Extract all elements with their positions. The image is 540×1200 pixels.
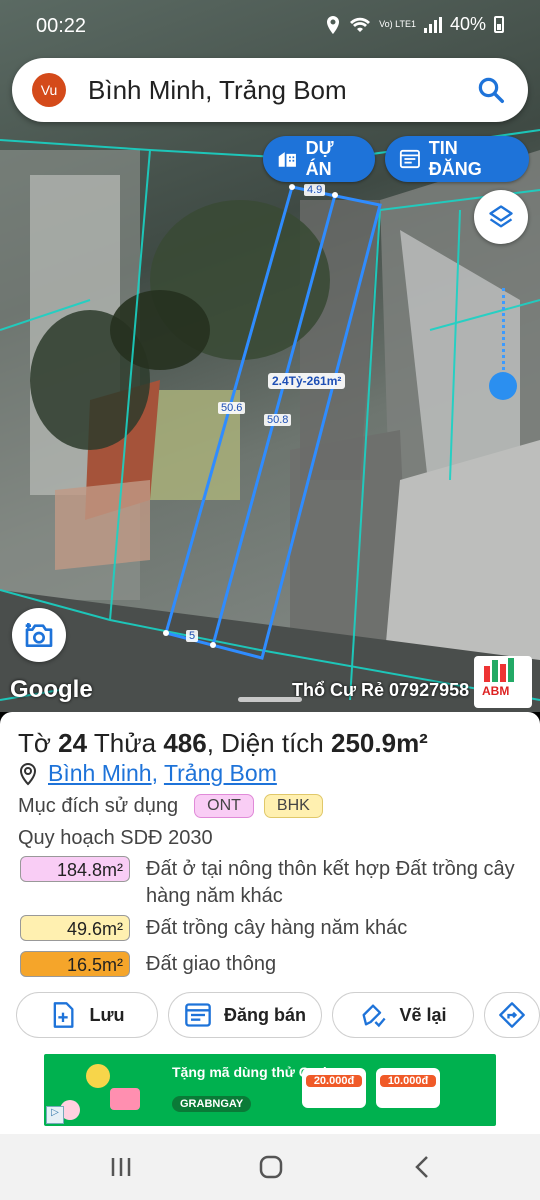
land-purpose-row: Mục đích sử dụng ONT BHK <box>18 794 323 818</box>
save-button[interactable]: Lưu <box>16 992 158 1038</box>
zone-area: 184.8m² <box>20 856 130 882</box>
google-logo: Google <box>10 676 93 703</box>
zoom-slider-track[interactable] <box>502 288 505 376</box>
parcel-area: 250.9m² <box>331 728 428 758</box>
zone-area: 49.6m² <box>20 915 130 941</box>
edge-label-right: 50.8 <box>264 414 292 426</box>
status-bar: 00:22 Vo) LTE1 40% <box>0 0 540 52</box>
zone-row: 184.8m² Đất ở tại nông thôn kết hợp Đất … <box>20 856 516 910</box>
camera-button[interactable] <box>12 608 66 662</box>
status-time: 00:22 <box>36 15 87 37</box>
layers-button[interactable] <box>474 190 528 244</box>
edge-label-top: 4.9 <box>304 184 326 196</box>
project-button[interactable]: DỰ ÁN <box>263 136 375 182</box>
zone-row: 49.6m² Đất trồng cây hàng năm khác <box>20 915 516 942</box>
location-separator: , <box>151 760 158 786</box>
battery-icon <box>494 16 504 33</box>
zone-area: 16.5m² <box>20 951 130 977</box>
sheet-label: Tờ <box>18 728 51 758</box>
search-title[interactable]: Bình Minh, Trảng Bom <box>88 75 476 106</box>
price-label[interactable]: 2.4Tỷ-261m² <box>268 373 346 389</box>
abm-logo-graphic <box>484 658 514 682</box>
sheet-handle[interactable] <box>238 697 302 702</box>
camera-add-icon <box>25 623 53 647</box>
abm-logo[interactable]: ABM <box>474 656 532 708</box>
ad-banner[interactable]: Tặng mã dùng thử Grab GRABNGAY 20.000đ 1… <box>44 1054 496 1126</box>
signal-icon <box>423 16 442 33</box>
home-icon[interactable] <box>256 1152 286 1182</box>
parcel-location: Bình Minh, Trảng Bom <box>18 760 277 787</box>
zone-desc: Đất ở tại nông thôn kết hợp Đất trồng câ… <box>146 858 515 907</box>
ad-coupon: 10.000đ <box>376 1068 440 1108</box>
zone-row: 16.5m² Đất giao thông <box>20 951 516 978</box>
location-icon <box>327 15 340 34</box>
listing-label: TIN ĐĂNG <box>428 138 482 179</box>
adchoices-icon[interactable]: ▷ <box>46 1106 64 1124</box>
ad-coupon-value: 20.000đ <box>306 1075 362 1087</box>
search-icon[interactable] <box>476 75 506 105</box>
network-label: Vo) LTE1 <box>379 19 416 29</box>
listing-button[interactable]: TIN ĐĂNG <box>385 136 529 182</box>
district-link[interactable]: Trảng Bom <box>164 760 277 786</box>
system-nav-bar <box>0 1134 540 1200</box>
directions-icon <box>499 1002 525 1028</box>
ad-cta[interactable]: GRABNGAY <box>172 1096 252 1112</box>
parcel-header: Tờ 24 Thửa 486, Diện tích 250.9m² <box>18 728 428 759</box>
listing-icon <box>399 149 420 169</box>
zone-desc: Đất giao thông <box>146 953 277 975</box>
save-label: Lưu <box>89 1004 125 1025</box>
project-label: DỰ ÁN <box>305 138 334 179</box>
planning-label: Quy hoạch SDĐ 2030 <box>18 827 213 849</box>
zone-desc: Đất trồng cây hàng năm khác <box>146 917 408 939</box>
listing-icon <box>185 1003 211 1027</box>
parcel-label: Thửa <box>93 728 157 758</box>
file-add-icon <box>54 1002 74 1028</box>
redraw-button[interactable]: Vẽ lại <box>332 992 474 1038</box>
status-icons: Vo) LTE1 40% <box>325 14 504 35</box>
building-icon <box>278 152 296 167</box>
wifi-icon <box>350 17 371 32</box>
directions-button[interactable] <box>484 992 540 1038</box>
battery-percent: 40% <box>449 14 486 34</box>
back-icon[interactable] <box>408 1152 438 1182</box>
purpose-tag-ont[interactable]: ONT <box>194 794 254 818</box>
redraw-label: Vẽ lại <box>399 1004 447 1025</box>
sheet-number: 24 <box>58 728 88 758</box>
area-label: , Diện tích <box>206 728 324 758</box>
purpose-tag-bhk[interactable]: BHK <box>263 794 323 818</box>
parcel-number: 486 <box>163 728 207 758</box>
ad-coupon: 20.000đ <box>302 1068 366 1108</box>
post-for-sale-label: Đăng bán <box>223 1004 306 1025</box>
draw-icon <box>362 1004 387 1028</box>
search-bar[interactable]: Vu Bình Minh, Trảng Bom <box>12 58 528 122</box>
recent-apps-icon[interactable] <box>106 1152 136 1182</box>
avatar[interactable]: Vu <box>32 73 66 107</box>
abm-logo-text: ABM <box>482 684 510 698</box>
layers-icon <box>489 205 513 228</box>
location-pin-icon <box>19 762 37 785</box>
purpose-label: Mục đích sử dụng <box>18 794 179 817</box>
post-for-sale-button[interactable]: Đăng bán <box>168 992 322 1038</box>
parcel-info-sheet: Tờ 24 Thửa 486, Diện tích 250.9m² Bình M… <box>0 712 540 1050</box>
zoom-slider-handle[interactable] <box>489 372 517 400</box>
map-view[interactable]: 4.9 50.6 50.8 5 2.4Tỷ-261m² 00:22 Vo) LT… <box>0 0 540 712</box>
ad-coupon-value: 10.000đ <box>380 1075 436 1087</box>
edge-label-bottom: 5 <box>186 630 199 642</box>
ward-link[interactable]: Bình Minh <box>48 760 152 786</box>
edge-label-left: 50.6 <box>218 402 246 414</box>
action-bar: Lưu Đăng bán Vẽ lại <box>16 992 540 1038</box>
map-ad-text[interactable]: Thổ Cư Rẻ 07927958 <box>292 680 470 701</box>
